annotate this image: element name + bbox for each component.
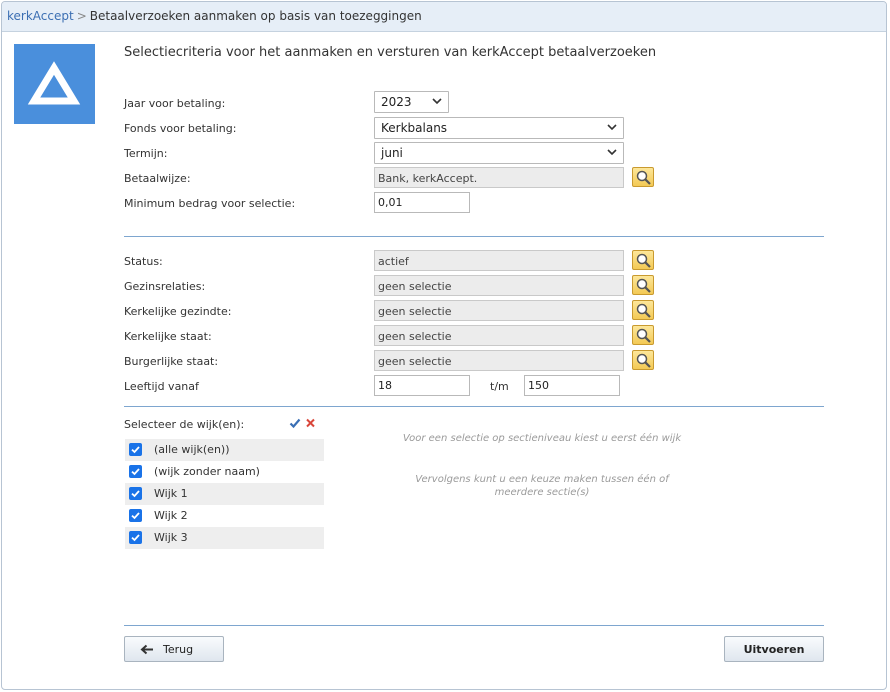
chevron-down-icon xyxy=(607,149,617,156)
select-all-check-icon[interactable] xyxy=(289,417,301,429)
leeftijd-tot-input[interactable]: 150 xyxy=(524,375,620,396)
jaar-value: 2023 xyxy=(381,95,412,109)
back-button-label: Terug xyxy=(163,643,194,656)
magnifier-icon xyxy=(636,253,651,268)
leeftijd-van-input[interactable]: 18 xyxy=(374,375,470,396)
betaalwijze-label: Betaalwijze: xyxy=(124,172,191,185)
jaar-label: Jaar voor betaling: xyxy=(124,97,226,110)
burgerlijke-staat-field: geen selectie xyxy=(374,350,624,371)
sectie-hint-2: Vervolgens kunt u een keuze maken tussen… xyxy=(415,474,669,498)
kerkelijke-gezindte-field: geen selectie xyxy=(374,300,624,321)
arrow-left-icon xyxy=(140,644,153,655)
status-label: Status: xyxy=(124,255,163,268)
divider xyxy=(124,236,824,237)
chevron-down-icon xyxy=(432,98,442,105)
sectie-hint-1: Voor een selectie op sectieniveau kiest … xyxy=(402,433,682,444)
magnifier-icon xyxy=(636,170,651,185)
back-button[interactable]: Terug xyxy=(124,636,224,662)
kerkaccept-logo xyxy=(14,44,95,124)
wijk-item[interactable]: Wijk 2 xyxy=(125,505,324,527)
wijk-item-label: Wijk 3 xyxy=(154,531,188,544)
breadcrumb: kerkAccept > Betaalverzoeken aanmaken op b… xyxy=(2,2,886,32)
kerkelijke-staat-label: Kerkelijke staat: xyxy=(124,330,212,343)
checkmark-icon xyxy=(131,446,140,454)
checkbox-checked[interactable] xyxy=(129,465,142,478)
wijk-item-label: (alle wijk(en)) xyxy=(154,443,230,456)
wijk-item[interactable]: (wijk zonder naam) xyxy=(125,461,324,483)
wijk-item[interactable]: Wijk 3 xyxy=(125,527,324,549)
jaar-select[interactable]: 2023 xyxy=(374,91,449,113)
gezinsrelaties-field: geen selectie xyxy=(374,275,624,296)
page-title: Selectiecriteria voor het aanmaken en ve… xyxy=(124,45,657,60)
magnifier-icon xyxy=(636,353,651,368)
divider xyxy=(124,406,824,407)
burgerlijke-staat-label: Burgerlijke staat: xyxy=(124,355,219,368)
wijk-item-label: Wijk 2 xyxy=(154,509,188,522)
checkmark-icon xyxy=(131,534,140,542)
kerkelijke-staat-field: geen selectie xyxy=(374,325,624,346)
breadcrumb-root-link[interactable]: kerkAccept xyxy=(7,9,74,23)
kerkelijke-gezindte-label: Kerkelijke gezindte: xyxy=(124,305,232,318)
wijken-label: Selecteer de wijk(en): xyxy=(124,418,245,431)
magnifier-icon xyxy=(636,303,651,318)
wijk-item-label: (wijk zonder naam) xyxy=(154,465,260,478)
checkbox-checked[interactable] xyxy=(129,443,142,456)
betaalwijze-field: Bank, kerkAccept. xyxy=(374,167,624,188)
checkmark-icon xyxy=(131,468,140,476)
magnifier-icon xyxy=(636,278,651,293)
gezinsrelaties-lookup-button[interactable] xyxy=(632,275,654,295)
fonds-value: Kerkbalans xyxy=(381,121,448,135)
triangle-logo-icon xyxy=(27,61,81,105)
burgerlijke-staat-lookup-button[interactable] xyxy=(632,350,654,370)
minimum-input[interactable]: 0,01 xyxy=(374,192,470,213)
app-window: kerkAccept > Betaalverzoeken aanmaken op b… xyxy=(1,1,887,690)
minimum-label: Minimum bedrag voor selectie: xyxy=(124,197,296,210)
kerkelijke-gezindte-lookup-button[interactable] xyxy=(632,300,654,320)
wijk-item[interactable]: (alle wijk(en)) xyxy=(125,439,324,461)
wijk-item[interactable]: Wijk 1 xyxy=(125,483,324,505)
checkbox-checked[interactable] xyxy=(129,509,142,522)
checkbox-checked[interactable] xyxy=(129,487,142,500)
magnifier-icon xyxy=(636,328,651,343)
execute-button[interactable]: Uitvoeren xyxy=(724,636,824,662)
gezinsrelaties-label: Gezinsrelaties: xyxy=(124,280,206,293)
fonds-label: Fonds voor betaling: xyxy=(124,122,237,135)
betaalwijze-lookup-button[interactable] xyxy=(632,167,654,187)
termijn-select[interactable]: juni xyxy=(374,142,624,164)
checkmark-icon xyxy=(131,490,140,498)
execute-button-label: Uitvoeren xyxy=(743,643,805,656)
leeftijd-tm-label: t/m xyxy=(490,380,509,393)
status-field: actief xyxy=(374,250,624,271)
termijn-label: Termijn: xyxy=(124,147,168,160)
leeftijd-label: Leeftijd vanaf xyxy=(124,380,199,393)
checkmark-icon xyxy=(131,512,140,520)
divider xyxy=(124,625,824,626)
status-lookup-button[interactable] xyxy=(632,250,654,270)
kerkelijke-staat-lookup-button[interactable] xyxy=(632,325,654,345)
fonds-select[interactable]: Kerkbalans xyxy=(374,117,624,139)
breadcrumb-current: Betaalverzoeken aanmaken op basis van to… xyxy=(89,9,422,23)
checkbox-checked[interactable] xyxy=(129,531,142,544)
chevron-down-icon xyxy=(607,124,617,131)
deselect-all-x-icon[interactable] xyxy=(305,417,316,429)
termijn-value: juni xyxy=(381,146,403,160)
wijk-item-label: Wijk 1 xyxy=(154,487,188,500)
breadcrumb-separator: > xyxy=(76,9,87,23)
